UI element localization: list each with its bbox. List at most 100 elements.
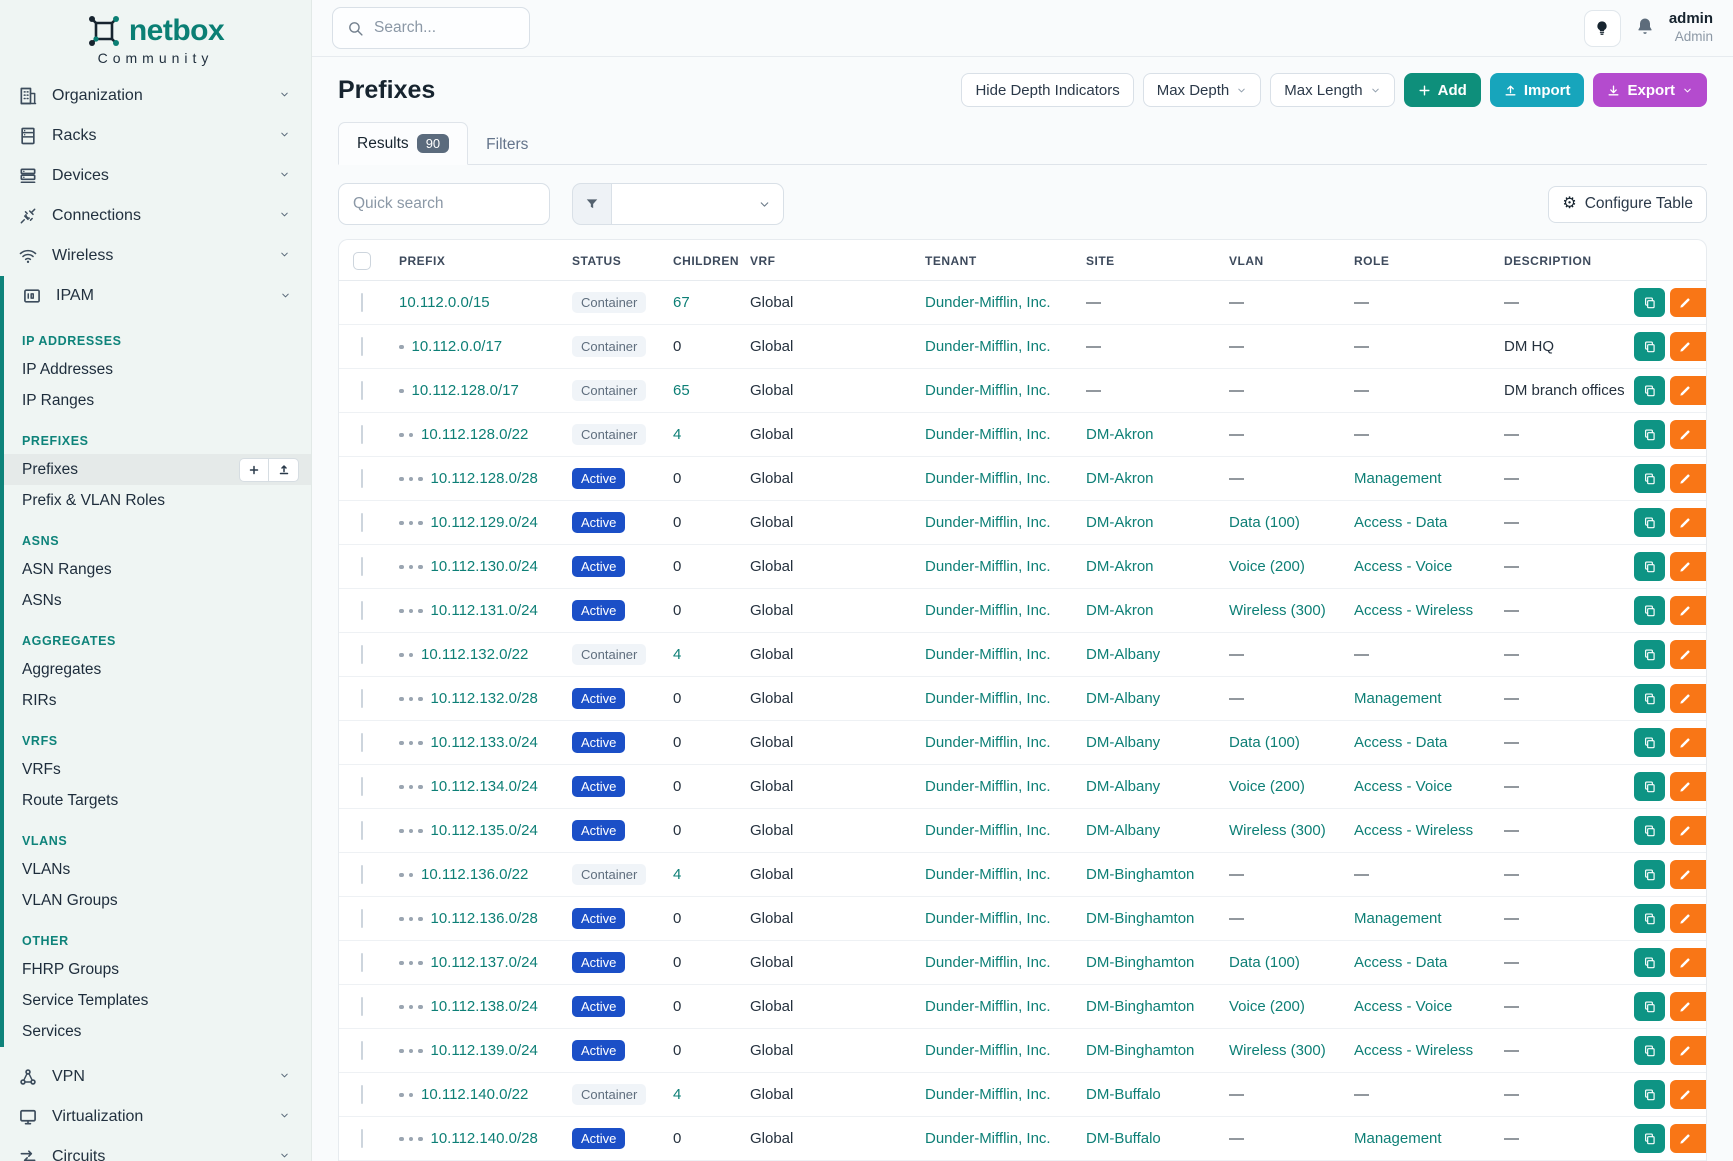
vlan-link[interactable]: Data (100) — [1229, 954, 1300, 971]
edit-split-button[interactable] — [1670, 816, 1706, 845]
row-checkbox[interactable] — [361, 557, 363, 576]
tenant-link[interactable]: Dunder-Mifflin, Inc. — [925, 734, 1051, 751]
edit-split-button[interactable] — [1670, 1124, 1706, 1153]
tenant-link[interactable]: Dunder-Mifflin, Inc. — [925, 1130, 1051, 1147]
row-checkbox[interactable] — [361, 909, 363, 928]
vlan-link[interactable]: Voice (200) — [1229, 778, 1305, 795]
sidebar-item-prefix-vlan-roles[interactable]: Prefix & VLAN Roles — [4, 485, 311, 516]
global-search[interactable] — [332, 7, 530, 49]
column-header-vlan[interactable]: VLAN — [1219, 240, 1344, 281]
chevron-down-icon[interactable] — [1700, 298, 1706, 308]
tenant-link[interactable]: Dunder-Mifflin, Inc. — [925, 866, 1051, 883]
role-link[interactable]: Management — [1354, 1130, 1442, 1147]
clone-button[interactable] — [1634, 728, 1665, 757]
row-checkbox[interactable] — [361, 777, 363, 796]
prefix-link[interactable]: 10.112.0.0/17 — [412, 338, 503, 355]
sidebar-item-virtualization[interactable]: Virtualization — [0, 1097, 311, 1137]
edit-split-button[interactable] — [1670, 860, 1706, 889]
edit-split-button[interactable] — [1670, 948, 1706, 977]
tenant-link[interactable]: Dunder-Mifflin, Inc. — [925, 338, 1051, 355]
edit-split-button[interactable] — [1670, 552, 1706, 581]
tenant-link[interactable]: Dunder-Mifflin, Inc. — [925, 294, 1051, 311]
clone-button[interactable] — [1634, 1124, 1665, 1153]
sidebar-item-circuits[interactable]: Circuits — [0, 1137, 311, 1161]
vlan-link[interactable]: Wireless (300) — [1229, 1042, 1326, 1059]
edit-split-button[interactable] — [1670, 596, 1706, 625]
site-link[interactable]: DM-Albany — [1086, 822, 1160, 839]
prefix-link[interactable]: 10.112.140.0/28 — [431, 1130, 538, 1147]
edit-split-button[interactable] — [1670, 464, 1706, 493]
tenant-link[interactable]: Dunder-Mifflin, Inc. — [925, 1042, 1051, 1059]
site-link[interactable]: DM-Binghamton — [1086, 998, 1194, 1015]
site-link[interactable]: DM-Binghamton — [1086, 954, 1194, 971]
chevron-down-icon[interactable] — [1700, 474, 1706, 484]
max-depth-dropdown[interactable]: Max Depth — [1143, 73, 1262, 107]
tab-filters[interactable]: Filters — [468, 125, 546, 165]
role-link[interactable]: Access - Wireless — [1354, 822, 1473, 839]
clone-button[interactable] — [1634, 332, 1665, 361]
sidebar-item-connections[interactable]: Connections — [0, 196, 311, 236]
sidebar-item-aggregates[interactable]: Aggregates — [4, 654, 311, 685]
prefix-link[interactable]: 10.112.136.0/22 — [421, 866, 528, 883]
role-link[interactable]: Access - Data — [1354, 954, 1447, 971]
row-checkbox[interactable] — [361, 645, 363, 664]
site-link[interactable]: DM-Akron — [1086, 514, 1154, 531]
clone-button[interactable] — [1634, 816, 1665, 845]
edit-split-button[interactable] — [1670, 376, 1706, 405]
column-header-status[interactable]: STATUS — [562, 240, 663, 281]
tenant-link[interactable]: Dunder-Mifflin, Inc. — [925, 470, 1051, 487]
sidebar-item-route-targets[interactable]: Route Targets — [4, 785, 311, 816]
site-link[interactable]: DM-Albany — [1086, 646, 1160, 663]
row-checkbox[interactable] — [361, 425, 363, 444]
tab-results[interactable]: Results 90 — [338, 122, 468, 165]
row-checkbox[interactable] — [361, 293, 363, 312]
sidebar-item-devices[interactable]: Devices — [0, 156, 311, 196]
max-length-dropdown[interactable]: Max Length — [1270, 73, 1394, 107]
edit-split-button[interactable] — [1670, 992, 1706, 1021]
user-menu[interactable]: admin Admin — [1669, 10, 1713, 46]
edit-split-button[interactable] — [1670, 420, 1706, 449]
prefix-link[interactable]: 10.112.136.0/28 — [431, 910, 538, 927]
edit-split-button[interactable] — [1670, 288, 1706, 317]
role-link[interactable]: Access - Data — [1354, 514, 1447, 531]
children-count-link[interactable]: 65 — [673, 382, 690, 399]
tenant-link[interactable]: Dunder-Mifflin, Inc. — [925, 646, 1051, 663]
theme-toggle-button[interactable] — [1584, 10, 1621, 47]
import-button[interactable]: Import — [1490, 73, 1585, 107]
sidebar-item-fhrp-groups[interactable]: FHRP Groups — [4, 954, 311, 985]
chevron-down-icon[interactable] — [1700, 430, 1706, 440]
clone-button[interactable] — [1634, 992, 1665, 1021]
prefix-link[interactable]: 10.112.135.0/24 — [431, 822, 538, 839]
sidebar-item-organization[interactable]: Organization — [0, 76, 311, 116]
role-link[interactable]: Management — [1354, 910, 1442, 927]
row-checkbox[interactable] — [361, 601, 363, 620]
tenant-link[interactable]: Dunder-Mifflin, Inc. — [925, 382, 1051, 399]
edit-split-button[interactable] — [1670, 508, 1706, 537]
column-header-description[interactable]: DESCRIPTION — [1494, 240, 1624, 281]
edit-split-button[interactable] — [1670, 1080, 1706, 1109]
role-link[interactable]: Access - Voice — [1354, 558, 1452, 575]
site-link[interactable]: DM-Buffalo — [1086, 1086, 1161, 1103]
sidebar-item-vlans[interactable]: VLANs — [4, 854, 311, 885]
clone-button[interactable] — [1634, 1080, 1665, 1109]
vlan-link[interactable]: Data (100) — [1229, 514, 1300, 531]
role-link[interactable]: Access - Data — [1354, 734, 1447, 751]
prefix-link[interactable]: 10.112.129.0/24 — [431, 514, 538, 531]
prefix-link[interactable]: 10.112.132.0/22 — [421, 646, 528, 663]
clone-button[interactable] — [1634, 376, 1665, 405]
tenant-link[interactable]: Dunder-Mifflin, Inc. — [925, 822, 1051, 839]
children-count-link[interactable]: 4 — [673, 646, 681, 663]
sidebar-item-asns[interactable]: ASNs — [4, 585, 311, 616]
clone-button[interactable] — [1634, 640, 1665, 669]
vlan-link[interactable]: Voice (200) — [1229, 998, 1305, 1015]
children-count-link[interactable]: 4 — [673, 426, 681, 443]
clone-button[interactable] — [1634, 464, 1665, 493]
children-count-link[interactable]: 4 — [673, 1086, 681, 1103]
prefix-link[interactable]: 10.112.128.0/22 — [421, 426, 528, 443]
clone-button[interactable] — [1634, 860, 1665, 889]
clone-button[interactable] — [1634, 948, 1665, 977]
clone-button[interactable] — [1634, 420, 1665, 449]
export-dropdown[interactable]: Export — [1593, 73, 1707, 107]
row-checkbox[interactable] — [361, 821, 363, 840]
prefix-link[interactable]: 10.112.0.0/15 — [399, 294, 490, 311]
